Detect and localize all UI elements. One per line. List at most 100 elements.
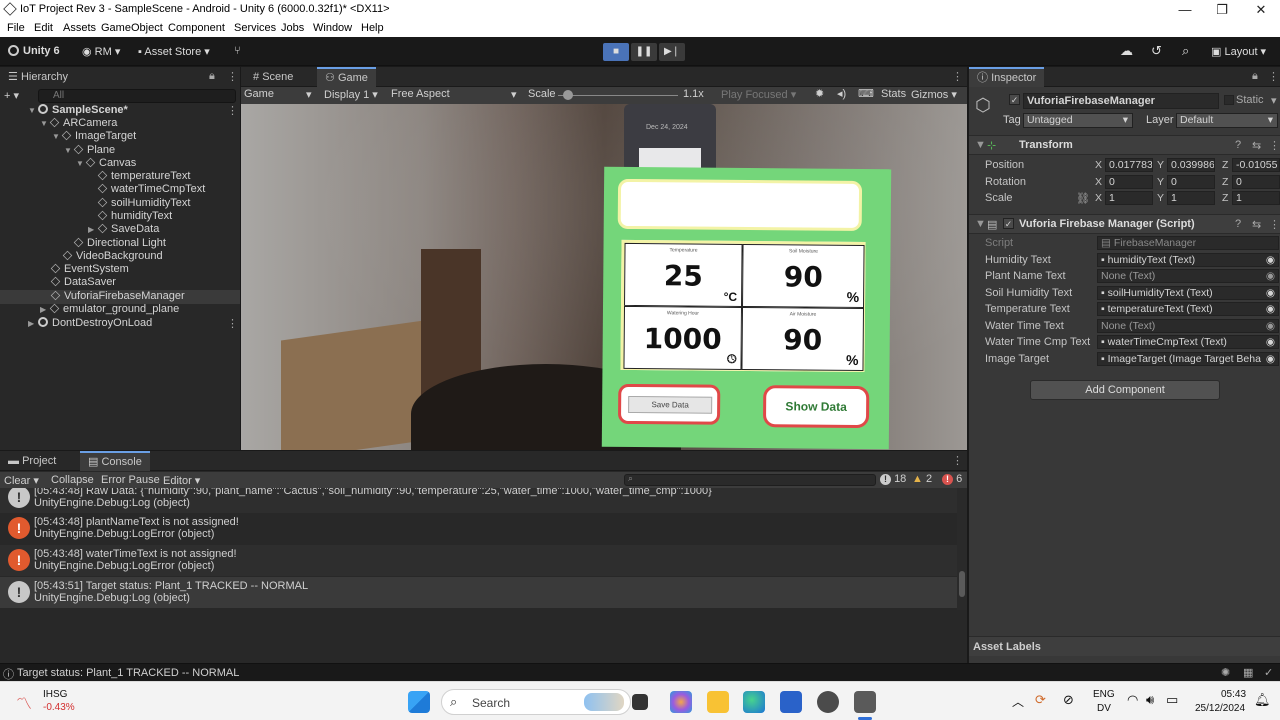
- tab-inspector[interactable]: ⓘ Inspector: [969, 67, 1045, 87]
- console-scrollbar[interactable]: [957, 488, 967, 610]
- hierarchy-item-savedata[interactable]: ▶ SaveData: [88, 223, 159, 237]
- hierarchy-item-emulator-ground-plane[interactable]: ▶ emulator_ground_plane: [40, 303, 179, 317]
- minimize-icon[interactable]: —: [1166, 0, 1204, 20]
- volume-icon[interactable]: 🔊︎: [1146, 692, 1154, 708]
- editor-dropdown[interactable]: Editor ▾: [163, 474, 200, 487]
- hierarchy-item-canvas[interactable]: ▼ Canvas: [76, 157, 136, 171]
- tag-dropdown[interactable]: Untagged ▾: [1023, 113, 1133, 128]
- inspector-options-icon[interactable]: ⋮: [1268, 70, 1279, 83]
- sync-icon[interactable]: ⟳: [1035, 692, 1046, 708]
- field-value-water-time-text[interactable]: None (Text) ◉: [1097, 319, 1279, 333]
- save-data-button[interactable]: Save Data: [617, 383, 721, 425]
- menu-window[interactable]: Window: [313, 22, 352, 34]
- unity-editor-icon[interactable]: [854, 691, 876, 713]
- field-value-plant-name-text[interactable]: None (Text) ◉: [1097, 269, 1279, 283]
- help-icon[interactable]: ?: [1235, 139, 1241, 151]
- network-off-icon[interactable]: ⊘: [1063, 692, 1074, 708]
- scale-y-field[interactable]: 1: [1167, 191, 1215, 205]
- rotation-z-field[interactable]: 0: [1232, 175, 1280, 189]
- notification-icon[interactable]: 🔔︎: [1254, 692, 1271, 708]
- log-count-toggle[interactable]: ! 18: [880, 473, 906, 485]
- help-icon[interactable]: ?: [1235, 218, 1241, 230]
- static-dropdown-icon[interactable]: ▾: [1271, 94, 1277, 107]
- clear-button[interactable]: Clear ▾: [4, 474, 39, 487]
- game-options-icon[interactable]: ⋮: [952, 70, 963, 83]
- layout-dropdown[interactable]: ▣ Layout ▾: [1211, 45, 1266, 58]
- play-button[interactable]: ■: [603, 43, 629, 61]
- gizmos-button[interactable]: Gizmos ▾: [911, 88, 957, 101]
- status-text[interactable]: Target status: Plant_1 TRACKED -- NORMAL: [17, 667, 239, 679]
- position-y-field[interactable]: 0.039986: [1167, 158, 1215, 172]
- object-picker-icon[interactable]: ◉: [1266, 287, 1275, 299]
- battery-icon[interactable]: ▭: [1166, 692, 1178, 708]
- field-value-image-target[interactable]: ▪ ImageTarget (Image Target Beha ◉: [1097, 352, 1279, 366]
- hierarchy-item-soilhumiditytext[interactable]: soilHumidityText: [97, 197, 190, 211]
- wifi-icon[interactable]: ◠: [1127, 692, 1138, 708]
- menu-assets[interactable]: Assets: [63, 22, 96, 34]
- debug-icon[interactable]: ✺: [1221, 666, 1230, 679]
- add-component-button[interactable]: Add Component: [1030, 380, 1220, 400]
- scale-x-field[interactable]: 1: [1105, 191, 1153, 205]
- log-entry[interactable]: ! [05:43:48] Raw Data: {"humidity":90,"p…: [0, 488, 957, 513]
- transform-header[interactable]: ▼ ⊹ Transform ? ⇆ ⋮: [969, 135, 1280, 155]
- unity-hub-icon[interactable]: [817, 691, 839, 713]
- position-z-field[interactable]: -0.01055: [1232, 158, 1280, 172]
- hierarchy-item-scene[interactable]: ▼ SampleScene*: [28, 104, 128, 118]
- field-value-soil-humidity-text[interactable]: ▪ soilHumidityText (Text) ◉: [1097, 286, 1279, 300]
- object-picker-icon[interactable]: ◉: [1266, 336, 1275, 348]
- menu-file[interactable]: File: [7, 22, 25, 34]
- object-picker-icon[interactable]: ◉: [1266, 270, 1275, 282]
- tab-scene[interactable]: # Scene: [245, 67, 301, 87]
- preset-icon[interactable]: ⇆: [1252, 139, 1261, 152]
- object-picker-icon[interactable]: ◉: [1266, 303, 1275, 315]
- tab-console[interactable]: ▤ Console: [80, 451, 150, 471]
- log-entry[interactable]: ! [05:43:48] waterTimeText is not assign…: [0, 545, 957, 576]
- dontdestroy-options-icon[interactable]: ⋮: [227, 317, 238, 330]
- copilot-icon[interactable]: [670, 691, 692, 713]
- display-dropdown[interactable]: Display 1 ▾: [324, 88, 378, 101]
- scale-slider-handle[interactable]: [563, 90, 573, 100]
- component-options-icon[interactable]: ⋮: [1269, 139, 1280, 152]
- console-search-input[interactable]: ⌕: [624, 473, 876, 486]
- scrollbar-thumb[interactable]: [959, 571, 965, 597]
- pause-button[interactable]: ❚❚: [631, 43, 657, 61]
- history-icon[interactable]: ↺: [1151, 43, 1162, 59]
- menu-jobs[interactable]: Jobs: [281, 22, 304, 34]
- asset-store-button[interactable]: ▪ Asset Store ▾: [138, 45, 210, 58]
- error-pause-button[interactable]: Error Pause: [101, 474, 160, 486]
- tab-hierarchy[interactable]: ☰ Hierarchy: [0, 67, 240, 87]
- foldout-icon[interactable]: ▼: [975, 218, 986, 230]
- lock-icon[interactable]: 🔒︎: [209, 70, 215, 83]
- scale-z-field[interactable]: 1: [1232, 191, 1280, 205]
- constrain-proportions-icon[interactable]: ⛓: [1076, 192, 1090, 205]
- rotation-x-field[interactable]: 0: [1105, 175, 1153, 189]
- object-picker-icon[interactable]: ◉: [1266, 254, 1275, 266]
- clock-time[interactable]: 05:43: [1221, 689, 1246, 700]
- field-value-water-time-cmp-text[interactable]: ▪ waterTimeCmpText (Text) ◉: [1097, 335, 1279, 349]
- bug-icon[interactable]: ✹: [815, 87, 824, 100]
- hierarchy-item-arcamera[interactable]: ▼ ARCamera: [40, 117, 117, 131]
- object-name-field[interactable]: VuforiaFirebaseManager: [1023, 93, 1219, 109]
- field-value-temperature-text[interactable]: ▪ temperatureText (Text) ◉: [1097, 302, 1279, 316]
- more-options-icon[interactable]: ⋮: [227, 70, 238, 83]
- search-icon[interactable]: ⌕: [1182, 43, 1189, 59]
- hierarchy-item-watertimecmptext[interactable]: waterTimeCmpText: [97, 183, 205, 197]
- warning-count-toggle[interactable]: ▲ 2: [912, 473, 932, 485]
- audio-icon[interactable]: ◂): [837, 87, 846, 100]
- console-options-icon[interactable]: ⋮: [952, 454, 963, 467]
- menu-edit[interactable]: Edit: [34, 22, 53, 34]
- tab-game[interactable]: ⚇ Game: [317, 67, 376, 87]
- active-checkbox[interactable]: ✓: [1009, 94, 1020, 105]
- hierarchy-item-temperaturetext[interactable]: temperatureText: [97, 170, 190, 184]
- memory-icon[interactable]: ▦: [1243, 666, 1253, 679]
- foldout-icon[interactable]: ▼: [975, 139, 986, 151]
- script-component-header[interactable]: ▼ ▤ ✓ Vuforia Firebase Manager (Script) …: [969, 214, 1280, 234]
- hierarchy-item-eventsystem[interactable]: EventSystem: [50, 263, 129, 277]
- layer-dropdown[interactable]: Default ▾: [1176, 113, 1278, 128]
- hierarchy-item-datasaver[interactable]: DataSaver: [50, 276, 116, 290]
- position-x-field[interactable]: 0.017783: [1105, 158, 1153, 172]
- lock-icon[interactable]: 🔒︎: [1252, 70, 1258, 83]
- check-icon[interactable]: ✓: [1264, 666, 1273, 679]
- script-enabled-checkbox[interactable]: ✓: [1003, 218, 1014, 229]
- scale-slider[interactable]: [558, 95, 678, 96]
